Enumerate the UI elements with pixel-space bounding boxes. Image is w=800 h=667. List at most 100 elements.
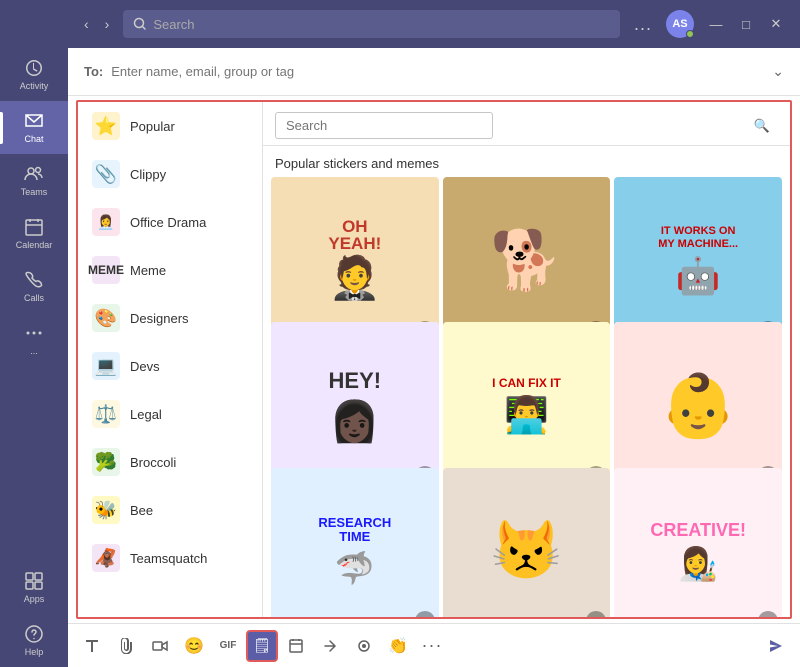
sidebar-calendar-label: Calendar: [16, 240, 53, 250]
sidebar-item-teams[interactable]: Teams: [0, 154, 68, 207]
attach-icon: [118, 638, 134, 654]
more-toolbar-button[interactable]: ···: [416, 630, 448, 662]
category-popular[interactable]: ⭐ Popular: [78, 102, 262, 150]
sticker-i-can-fix-it[interactable]: I CAN FIX IT 👨‍💻 ✏: [443, 322, 611, 490]
category-broccoli[interactable]: 🥦 Broccoli: [78, 438, 262, 486]
sticker-grid: OHYEAH! 🤵 ✏ 🐕 ✏ IT WORKS ON: [263, 177, 790, 617]
sticker-creative[interactable]: CREATIVE! 👩‍🎨 ✏: [614, 468, 782, 617]
sticker-research-time[interactable]: RESEARCHTIME 🦈 ✏: [271, 468, 439, 617]
sidebar-item-activity[interactable]: Activity: [0, 48, 68, 101]
teamsquatch-icon: 🦧: [92, 544, 120, 572]
popular-label: Popular: [130, 119, 175, 134]
more-button[interactable]: ...: [628, 12, 658, 37]
activity-icon: [24, 58, 44, 78]
meet-icon: [152, 638, 168, 654]
back-button[interactable]: ‹: [78, 12, 95, 36]
clippy-icon: 📎: [92, 160, 120, 188]
sidebar-item-calls[interactable]: Calls: [0, 260, 68, 313]
sticker-search-bar: 🔍: [263, 102, 790, 146]
arrow-right-button[interactable]: [314, 630, 346, 662]
sticker-button[interactable]: 🗒: [246, 630, 278, 662]
sticker-search-icon: 🔍: [754, 118, 770, 134]
minimize-button[interactable]: —: [702, 10, 730, 38]
schedule-button[interactable]: [280, 630, 312, 662]
sidebar-activity-label: Activity: [20, 81, 49, 91]
arrow-right-icon: [322, 638, 338, 654]
meme-icon: MEME: [92, 256, 120, 284]
bee-label: Bee: [130, 503, 153, 518]
category-designers[interactable]: 🎨 Designers: [78, 294, 262, 342]
sidebar-teams-label: Teams: [21, 187, 48, 197]
sidebar-item-more[interactable]: ...: [0, 313, 68, 366]
category-bee[interactable]: 🐝 Bee: [78, 486, 262, 534]
send-button[interactable]: [760, 630, 792, 662]
maximize-button[interactable]: □: [732, 10, 760, 38]
to-bar: To: ⌄: [68, 48, 800, 96]
broccoli-icon: 🥦: [92, 448, 120, 476]
sticker-oh-yeah[interactable]: OHYEAH! 🤵 ✏: [271, 177, 439, 345]
bottom-toolbar: 😊 GIF 🗒 👏 ···: [68, 623, 800, 667]
attach-button[interactable]: [110, 630, 142, 662]
forward-button[interactable]: ›: [99, 12, 116, 36]
sidebar-apps-label: Apps: [24, 594, 45, 604]
categories-list: ⭐ Popular 📎 Clippy 👩‍💼 Office Drama MEME…: [78, 102, 263, 617]
bee-icon: 🐝: [92, 496, 120, 524]
sticker-it-works[interactable]: IT WORKS ONMY MACHINE... 🤖 ✏: [614, 177, 782, 345]
praise-button[interactable]: 👏: [382, 630, 414, 662]
avatar[interactable]: AS: [666, 10, 694, 38]
sticker-doge[interactable]: 🐕 ✏: [443, 177, 611, 345]
category-legal[interactable]: ⚖️ Legal: [78, 390, 262, 438]
sidebar-item-help[interactable]: Help: [24, 614, 45, 667]
designers-icon: 🎨: [92, 304, 120, 332]
status-dot: [686, 30, 694, 38]
calendar-icon: [24, 217, 44, 237]
apps-icon: [24, 571, 44, 591]
close-button[interactable]: ✕: [762, 10, 790, 38]
titlebar: ‹ › Search ... AS — □ ✕: [68, 0, 800, 48]
popular-icon: ⭐: [92, 112, 120, 140]
format-icon: [84, 638, 100, 654]
office-drama-label: Office Drama: [130, 215, 206, 230]
sticker-success-baby[interactable]: 👶 ✏: [614, 322, 782, 490]
teams-icon: [24, 164, 44, 184]
designers-label: Designers: [130, 311, 189, 326]
sticker-search-wrapper: 🔍: [275, 112, 778, 139]
category-meme[interactable]: MEME Meme: [78, 246, 262, 294]
clippy-label: Clippy: [130, 167, 166, 182]
gif-button[interactable]: GIF: [212, 630, 244, 662]
emoji-button[interactable]: 😊: [178, 630, 210, 662]
sidebar: Activity Chat Teams Calendar Calls: [0, 0, 68, 667]
format-button[interactable]: [76, 630, 108, 662]
sticker-hey[interactable]: HEY! 👩🏿 ✏: [271, 322, 439, 490]
expand-chevron[interactable]: ⌄: [772, 63, 784, 80]
category-office-drama[interactable]: 👩‍💼 Office Drama: [78, 198, 262, 246]
schedule-icon: [288, 638, 304, 654]
meme-label: Meme: [130, 263, 166, 278]
category-devs[interactable]: 💻 Devs: [78, 342, 262, 390]
sidebar-item-chat[interactable]: Chat: [0, 101, 68, 154]
meet-button[interactable]: [144, 630, 176, 662]
sticker-grumpy-cat[interactable]: 😾 ✏: [443, 468, 611, 617]
nav-buttons: ‹ ›: [78, 12, 115, 36]
category-clippy[interactable]: 📎 Clippy: [78, 150, 262, 198]
help-icon: [24, 624, 44, 644]
calls-icon: [24, 270, 44, 290]
sidebar-item-apps[interactable]: Apps: [24, 561, 45, 614]
sticker-panel: ⭐ Popular 📎 Clippy 👩‍💼 Office Drama MEME…: [76, 100, 792, 619]
devs-label: Devs: [130, 359, 160, 374]
category-teamsquatch[interactable]: 🦧 Teamsquatch: [78, 534, 262, 582]
to-input[interactable]: [111, 64, 764, 79]
to-label: To:: [84, 64, 103, 79]
chat-icon: [24, 111, 44, 131]
search-text: Search: [153, 17, 194, 32]
sidebar-item-calendar[interactable]: Calendar: [0, 207, 68, 260]
sticker-search-input[interactable]: [275, 112, 493, 139]
global-search-bar[interactable]: Search: [123, 10, 620, 38]
teamsquatch-label: Teamsquatch: [130, 551, 207, 566]
record-icon: [356, 638, 372, 654]
record-button[interactable]: [348, 630, 380, 662]
sidebar-chat-label: Chat: [24, 134, 43, 144]
sidebar-help-label: Help: [25, 647, 44, 657]
sticker-section-title: Popular stickers and memes: [263, 146, 790, 177]
office-drama-icon: 👩‍💼: [92, 208, 120, 236]
